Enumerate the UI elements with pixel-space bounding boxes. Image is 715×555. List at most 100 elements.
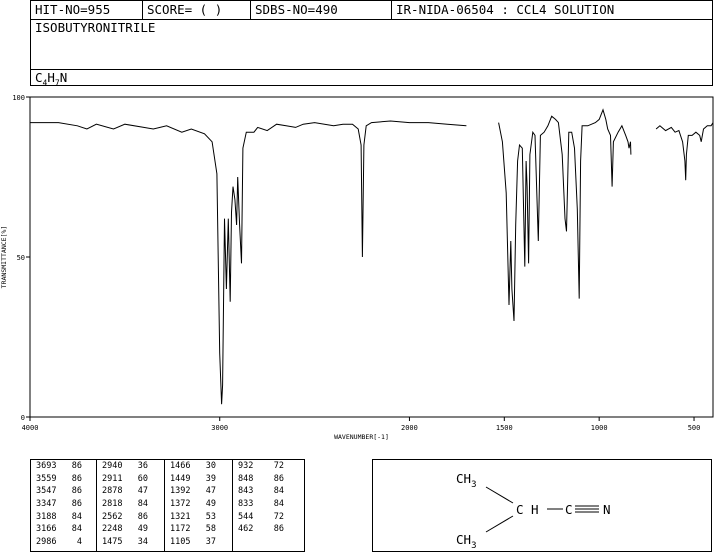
peak-row: 2562 86 [97, 511, 164, 524]
spectrum-line [30, 120, 467, 405]
peak-transmittance: 84 [273, 486, 284, 497]
peak-row: 2940 36 [97, 460, 164, 473]
peak-row: 848 86 [233, 473, 304, 486]
peak-transmittance: 84 [137, 499, 148, 510]
methine: C H [516, 502, 539, 517]
peak-wavenumber: 1449 [170, 473, 191, 484]
molecular-formula: C4H7N [35, 70, 68, 88]
peak-row: 3559 86 [31, 473, 96, 486]
peak-wavenumber: 1466 [170, 461, 191, 471]
score: SCORE= ( ) [143, 1, 251, 19]
peak-wavenumber: 1475 [102, 537, 123, 548]
peak-wavenumber: 1372 [170, 499, 191, 510]
peak-row: 1172 58 [165, 523, 232, 536]
peak-row: 932 72 [233, 460, 304, 473]
peak-row: 843 84 [233, 485, 304, 498]
peak-wavenumber: 3188 [36, 511, 57, 522]
peak-row: 3188 84 [31, 511, 96, 524]
peak-wavenumber: 462 [238, 524, 254, 535]
peak-row: 3693 86 [31, 460, 96, 473]
peak-wavenumber: 1105 [170, 537, 191, 548]
peak-row: 1372 49 [165, 498, 232, 511]
x-tick-label: 1500 [496, 424, 513, 432]
y-tick-label: 100 [12, 94, 25, 102]
peak-wavenumber: 2878 [102, 486, 123, 497]
peak-wavenumber: 1321 [170, 511, 191, 522]
peak-transmittance: 86 [71, 473, 82, 484]
peak-row: 2818 84 [97, 498, 164, 511]
peak-row: 2986 4 [31, 536, 96, 549]
peak-column: 932 72 848 86 843 84 833 84 544 72 462 86 [233, 460, 304, 551]
peak-transmittance: 36 [137, 461, 148, 471]
peak-wavenumber: 3559 [36, 473, 57, 484]
peak-transmittance: 53 [205, 511, 216, 522]
structure-diagram: CH3 C H C N CH3 [456, 471, 611, 551]
peak-transmittance: 49 [205, 499, 216, 510]
peak-wavenumber: 3347 [36, 499, 57, 510]
y-tick-label: 0 [21, 414, 25, 422]
methyl-bottom: CH3 [456, 532, 476, 551]
peak-transmittance: 86 [71, 486, 82, 497]
peak-wavenumber: 3547 [36, 486, 57, 497]
x-axis: 4000 3000 2000 1500 1000 500 [22, 417, 701, 432]
peak-row: 833 84 [233, 498, 304, 511]
peak-wavenumber: 932 [238, 461, 254, 471]
spectrum-series [30, 108, 714, 405]
peak-transmittance: 86 [71, 499, 82, 510]
peak-row: 3166 84 [31, 523, 96, 536]
peak-transmittance: 84 [71, 524, 82, 535]
peak-table: 3693 86 3559 86 3547 86 3347 86 3188 84 3166 84 2986… [30, 459, 305, 552]
peak-row: 1392 47 [165, 485, 232, 498]
peak-wavenumber: 833 [238, 499, 254, 510]
peak-transmittance: 84 [273, 499, 284, 510]
x-tick-label: 4000 [22, 424, 39, 432]
peak-row: 462 86 [233, 523, 304, 536]
nitrile-nitrogen: N [603, 502, 611, 517]
peak-column: 1466 30 1449 39 1392 47 1372 49 1321 53 1172 58 1105… [165, 460, 233, 551]
x-tick-label: 500 [688, 424, 701, 432]
y-axis-label: TRANSMITTANCE[%] [0, 226, 8, 289]
peak-row: 3347 86 [31, 498, 96, 511]
peak-transmittance: 86 [71, 461, 82, 471]
x-tick-label: 3000 [211, 424, 228, 432]
peak-transmittance: 39 [205, 473, 216, 484]
peak-wavenumber: 2248 [102, 524, 123, 535]
spectrum-line [498, 108, 632, 322]
peak-row: 2878 47 [97, 485, 164, 498]
peak-transmittance: 84 [71, 511, 82, 522]
spectrum-header: HIT-NO=955 SCORE= ( ) SDBS-NO=490 IR-NID… [30, 0, 713, 88]
bond-bottom [485, 515, 514, 533]
peak-wavenumber: 1172 [170, 524, 191, 535]
header-info-row: HIT-NO=955 SCORE= ( ) SDBS-NO=490 IR-NID… [31, 1, 712, 20]
peak-transmittance: 58 [205, 524, 216, 535]
peak-row: 2248 49 [97, 523, 164, 536]
peak-wavenumber: 2940 [102, 461, 123, 471]
peak-row: 1449 39 [165, 473, 232, 486]
hit-number: HIT-NO=955 [31, 1, 143, 19]
peak-row: 544 72 [233, 511, 304, 524]
formula-row [31, 69, 712, 87]
peak-transmittance: 37 [205, 537, 216, 548]
peak-column: 3693 86 3559 86 3547 86 3347 86 3188 84 3166 84 2986… [31, 460, 97, 551]
compound-name: ISOBUTYRONITRILE [35, 20, 156, 35]
structure-box: CH3 C H C N CH3 [372, 459, 712, 552]
peak-transmittance: 72 [273, 511, 284, 522]
peak-wavenumber: 3693 [36, 461, 57, 471]
peak-transmittance: 49 [137, 524, 148, 535]
source-info: IR-NIDA-06504 : CCL4 SOLUTION [396, 2, 615, 17]
peak-wavenumber: 2818 [102, 499, 123, 510]
spectrum-line [655, 122, 714, 181]
peak-transmittance: 86 [273, 524, 284, 535]
peak-wavenumber: 544 [238, 511, 254, 522]
peak-row: 1475 34 [97, 536, 164, 549]
peak-wavenumber: 3166 [36, 524, 57, 535]
peak-wavenumber: 2562 [102, 511, 123, 522]
nitrile-carbon: C [565, 502, 573, 517]
peak-transmittance: 60 [137, 473, 148, 484]
peak-wavenumber: 843 [238, 486, 254, 497]
peak-transmittance: 72 [273, 461, 284, 471]
peak-transmittance: 86 [137, 511, 148, 522]
x-tick-label: 2000 [401, 424, 418, 432]
peak-column: 2940 36 2911 60 2878 47 2818 84 2562 86 2248 49 1475… [97, 460, 165, 551]
peak-wavenumber: 2911 [102, 473, 123, 484]
